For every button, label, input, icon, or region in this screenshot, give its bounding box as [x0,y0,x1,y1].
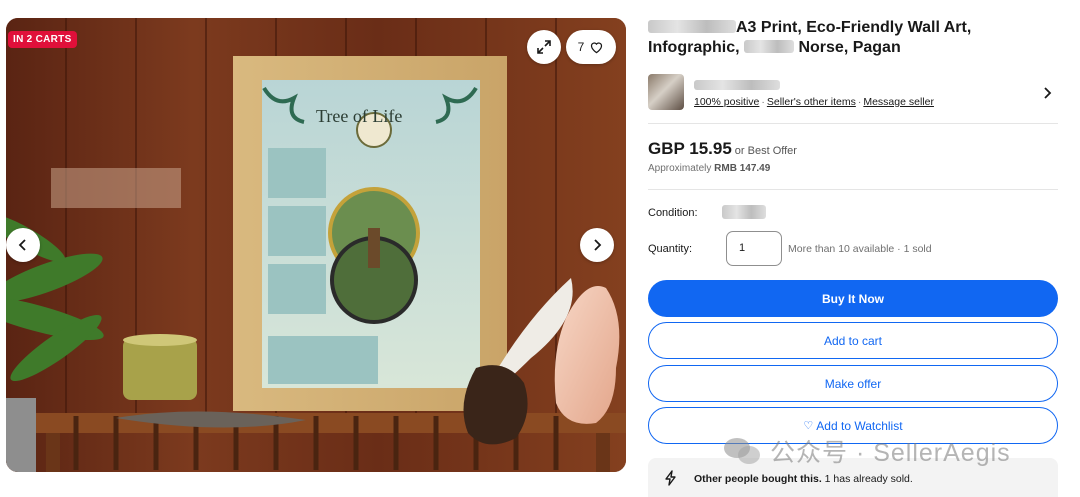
social-proof-banner: Other people bought this. 1 has already … [648,458,1058,497]
approx-price: Approximately RMB 147.49 [648,163,770,174]
next-image-button[interactable] [580,228,614,262]
seller-links: 100% positive · Seller's other items · Messa… [694,96,934,108]
heart-icon [591,42,603,54]
seller-feedback-link[interactable]: 100% positive [694,96,759,108]
redacted-text [744,40,795,53]
add-to-cart-button[interactable]: Add to cart [648,322,1058,359]
make-offer-button[interactable]: Make offer [648,365,1058,402]
quantity-label: Quantity: [648,243,693,255]
chevron-left-icon [18,239,26,251]
heart-icon: ♡ [803,420,814,432]
availability-text: More than 10 available · 1 sold [788,243,932,255]
previous-image-button[interactable] [6,228,40,262]
watchlist-label: Add to Watchlist [816,418,903,433]
watch-count: 7 [577,40,585,54]
social-proof-rest: 1 has already sold. [821,473,913,485]
separator: · [857,96,862,108]
redacted-text [648,20,736,33]
seller-info[interactable]: 100% positive · Seller's other items · Messa… [648,72,1058,122]
product-photo: Tree of Life [6,18,626,472]
separator: · [761,96,765,108]
product-image-gallery[interactable]: Tree of Life IN 2 CARTS 7 [6,18,626,472]
quantity-input[interactable]: 1 [726,231,782,266]
title-line-1: A3 Print, Eco-Friendly Wall Art, [736,19,972,36]
buy-it-now-button[interactable]: Buy It Now [648,280,1058,317]
add-to-watchlist-button[interactable]: ♡ Add to Watchlist [648,407,1058,444]
listing-title: A3 Print, Eco-Friendly Wall Art, Infogra… [648,18,1048,58]
price: GBP 15.95 or Best Offer [648,139,797,159]
seller-avatar[interactable] [648,74,684,110]
expand-icon [537,40,551,54]
condition-label: Condition: [648,207,698,219]
listing-details-panel: A3 Print, Eco-Friendly Wall Art, Infogra… [648,0,1060,497]
title-line-2b: Norse, Pagan [798,39,901,56]
approx-label: Approximately [648,163,712,174]
listing-page: Tree of Life IN 2 CARTS 7 A3 Print, Eco-… [0,0,1080,497]
chevron-right-icon[interactable] [1040,86,1054,100]
social-proof-text: Other people bought this. 1 has already … [694,473,913,485]
condition-value-redacted [722,205,766,219]
seller-other-items-link[interactable]: Seller's other items [767,96,856,108]
message-seller-link[interactable]: Message seller [863,96,934,108]
divider [648,123,1058,124]
watch-count-button[interactable]: 7 [566,30,616,64]
price-value: GBP 15.95 [648,139,732,158]
title-line-2a: Infographic, [648,39,740,56]
seller-name-redacted [694,80,780,90]
chevron-right-icon [594,239,602,251]
approx-value: RMB 147.49 [714,163,771,174]
social-proof-bold: Other people bought this. [694,473,822,485]
best-offer-note: or Best Offer [734,145,797,157]
lightning-icon [665,470,676,486]
divider [648,189,1058,190]
expand-image-button[interactable] [527,30,561,64]
in-carts-badge: IN 2 CARTS [8,31,77,48]
poster-title: Tree of Life [316,106,402,126]
